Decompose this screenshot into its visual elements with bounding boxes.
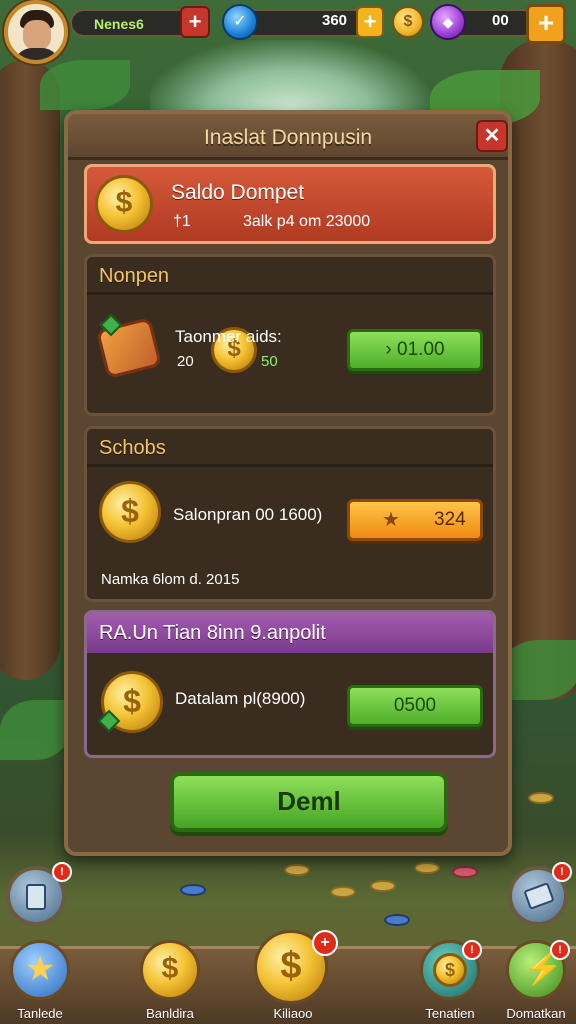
close-button[interactable]: ✕ [476,120,508,152]
add-currency-button[interactable]: + [526,4,566,44]
notification-badge: ! [462,940,482,960]
nonpen-text: Taonmer aids: [175,327,282,346]
promo-heading: RA.Un Tian 8inn 9.anpolit [99,622,326,644]
nonpen-coin-label: 50 [261,353,278,370]
promo-text: Datalam pl(8900) [175,689,306,708]
schobs-footer: Namka 6lom d. 2015 [101,571,240,588]
player-name: Nenes6 [94,16,144,32]
tree-trunk-left [0,60,60,680]
ground-chip [452,866,478,878]
schobs-buy-button[interactable]: ★ 324 [347,499,483,541]
star-icon: ★ [382,509,400,531]
gem-icon: ✓ [222,4,258,40]
nav-label: Domatkan [506,1006,566,1021]
gem-count: 360 [322,12,348,29]
ground-chip [180,884,206,896]
nav-item-banldira[interactable]: $ Banldira [130,940,210,1024]
schobs-text: Salonpran 00 1600) [173,505,323,524]
saldo-sub-right: 3alk p4 om 23000 [243,213,371,230]
promo-header: RA.Un Tian 8inn 9.anpolit [87,613,493,653]
ground-chip [384,914,410,926]
notification-badge: ! [552,862,572,882]
ground-coin [414,862,440,874]
schobs-card: Schobs $ Salonpran 00 1600) ★ 324 Namka … [84,426,496,602]
top-bar: Nenes6 + ✓ 360 + $ ◆ 00 + [0,0,576,64]
panel-title: Inaslat Donnpusin [203,126,373,149]
card-header: Nonpen [87,257,493,295]
nonpen-heading: Nonpen [99,265,170,287]
panel-header: Inaslat Donnpusin ✕ [68,114,508,160]
schobs-heading: Schobs [99,437,166,459]
coin-icon: $ [99,481,161,543]
nav-label: Tanlede [17,1006,63,1021]
ground-coin [284,864,310,876]
notification-badge: ! [550,940,570,960]
schobs-button-value: 324 [434,509,466,530]
saldo-card: $ Saldo Dompet †1 3alk p4 om 23000 [84,164,496,244]
nonpen-card: Nonpen $ Taonmer aids: 20 50 › 01.00 [84,254,496,416]
ground-coin [528,792,554,804]
ground-coin [330,886,356,898]
saldo-title: Saldo Dompet [171,181,305,204]
nav-label: Tenatien [425,1006,475,1021]
leaf-decoration [40,60,130,110]
purple-count: 00 [492,12,509,29]
nav-label: Banldira [146,1006,194,1021]
card-header: Schobs [87,429,493,467]
nav-item-tanlede[interactable]: ★ Tanlede [0,940,80,1024]
nav-label: Kiliaoo [273,1006,313,1021]
nonpen-buy-button[interactable]: › 01.00 [347,329,483,371]
coin-icon: $ [392,6,424,38]
player-avatar[interactable] [4,0,68,64]
notification-badge: ! [52,862,72,882]
nonpen-sub: 20 [177,353,194,370]
add-gems-button[interactable]: + [356,6,384,38]
card-icon [26,884,46,910]
promo-card: RA.Un Tian 8inn 9.anpolit $ Datalam pl(8… [84,610,496,758]
ground-coin [370,880,396,892]
coin-icon: $ [95,175,153,233]
coin-icon: $ [140,940,200,1000]
saldo-sub-left: †1 [173,213,191,230]
main-action-button[interactable]: Deml [170,772,448,832]
wallet-panel: Inaslat Donnpusin ✕ $ Saldo Dompet †1 3a… [64,110,512,856]
leaf-decoration [0,700,70,760]
purple-gem-icon: ◆ [430,4,466,40]
star-icon: ★ [10,940,70,1000]
promo-buy-button[interactable]: 0500 [347,685,483,727]
add-button[interactable]: + [180,6,210,38]
ticket-icon [523,882,555,910]
notification-badge: + [312,930,338,956]
